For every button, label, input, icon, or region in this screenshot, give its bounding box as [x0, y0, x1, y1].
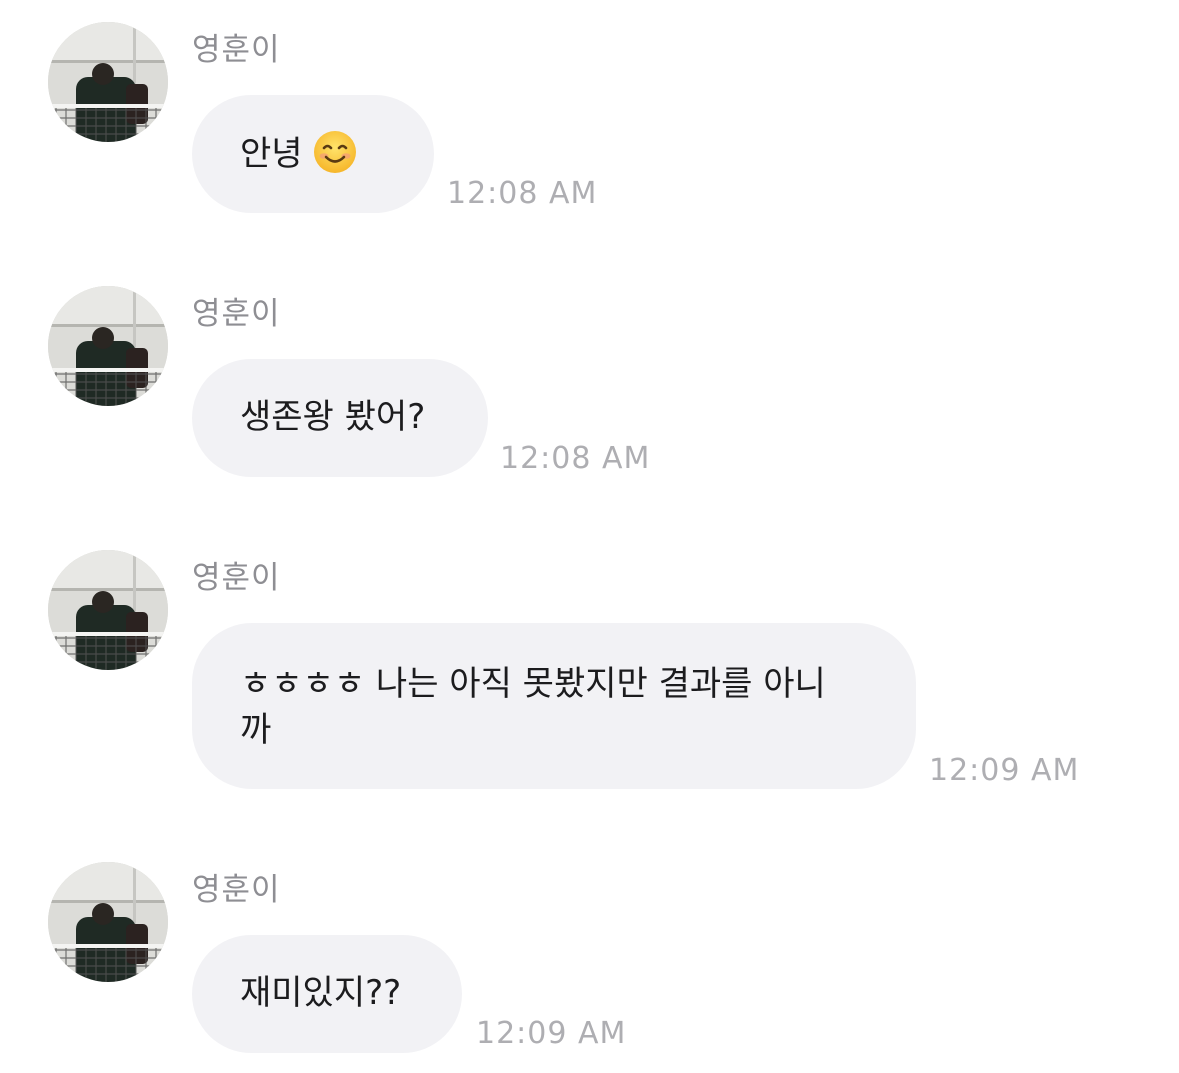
avatar[interactable]	[48, 550, 168, 670]
sender-name: 영훈이	[192, 32, 281, 68]
message-bubble[interactable]: ㅎㅎㅎㅎ 나는 아직 못봤지만 결과를 아니 까	[192, 623, 916, 789]
sender-name: 영훈이	[192, 872, 281, 908]
avatar-photo	[48, 22, 168, 142]
message-bubble[interactable]: 안녕	[192, 95, 434, 213]
message-timestamp: 12:08 AM	[447, 176, 598, 211]
message-timestamp: 12:09 AM	[929, 753, 1080, 788]
avatar-photo	[48, 286, 168, 406]
message-timestamp: 12:08 AM	[500, 441, 651, 476]
sender-name: 영훈이	[192, 560, 281, 596]
smiling-face-icon	[313, 130, 357, 186]
avatar[interactable]	[48, 286, 168, 406]
message-text: ㅎㅎㅎㅎ 나는 아직 못봤지만 결과를 아니 까	[240, 664, 826, 750]
message-text: 생존왕 봤어?	[240, 397, 426, 437]
message-bubble[interactable]: 재미있지??	[192, 935, 462, 1053]
chat-thread: 영훈이 안녕 12:08 AM 영훈이 생존왕 봤어? 12:08 AM 영훈이…	[0, 0, 1179, 1073]
sender-name: 영훈이	[192, 296, 281, 332]
message-text: 안녕	[240, 134, 303, 174]
avatar[interactable]	[48, 22, 168, 142]
message-bubble[interactable]: 생존왕 봤어?	[192, 359, 488, 477]
avatar-photo	[48, 550, 168, 670]
avatar-photo	[48, 862, 168, 982]
message-text: 재미있지??	[240, 973, 402, 1013]
message-timestamp: 12:09 AM	[476, 1016, 627, 1051]
avatar[interactable]	[48, 862, 168, 982]
